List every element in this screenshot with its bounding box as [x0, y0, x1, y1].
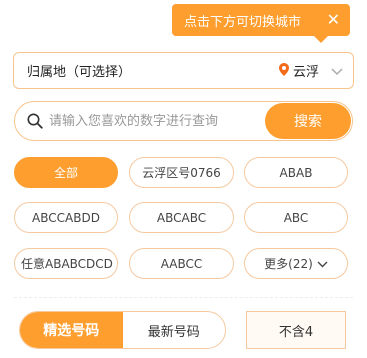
switch-city-tooltip: 点击下方可切换城市 ✕ — [172, 4, 350, 43]
close-icon[interactable]: ✕ — [327, 11, 340, 29]
region-selector[interactable]: 归属地（可选择） 云浮 — [13, 52, 354, 89]
filter-all[interactable]: 全部 — [14, 157, 118, 188]
number-search-bar: 搜索 — [14, 101, 353, 141]
search-icon — [27, 113, 43, 133]
number-type-tabs: 精选号码 最新号码 — [19, 311, 226, 349]
tab-latest-numbers[interactable]: 最新号码 — [123, 312, 226, 348]
location-pin-icon — [278, 61, 289, 80]
filter-more-button[interactable]: 更多(22) — [244, 248, 348, 279]
search-input[interactable] — [49, 111, 259, 131]
tooltip-arrow — [314, 36, 328, 43]
filter-any-ababcdcd[interactable]: 任意ABABCDCD — [14, 248, 118, 279]
filter-abccabdd[interactable]: ABCCABDD — [14, 202, 118, 233]
filter-area-code[interactable]: 云浮区号0766 — [129, 157, 234, 188]
city-name: 云浮 — [292, 65, 319, 80]
search-button[interactable]: 搜索 — [265, 103, 351, 139]
exclude-four-filter[interactable]: 不含4 — [246, 311, 346, 349]
filter-abab[interactable]: ABAB — [244, 157, 348, 188]
filter-abc[interactable]: ABC — [244, 202, 348, 233]
chevron-down-icon — [331, 61, 343, 80]
filter-abcabc[interactable]: ABCABC — [129, 202, 234, 233]
filter-aabcc[interactable]: AABCC — [129, 248, 234, 279]
city-picker[interactable]: 云浮 — [278, 53, 343, 88]
tooltip-text: 点击下方可切换城市 — [184, 14, 302, 30]
region-label: 归属地（可选择） — [27, 65, 132, 80]
chevron-down-icon — [317, 257, 328, 271]
more-label: 更多(22) — [264, 257, 313, 271]
tab-selected-numbers[interactable]: 精选号码 — [20, 312, 123, 348]
section-divider — [14, 297, 353, 298]
